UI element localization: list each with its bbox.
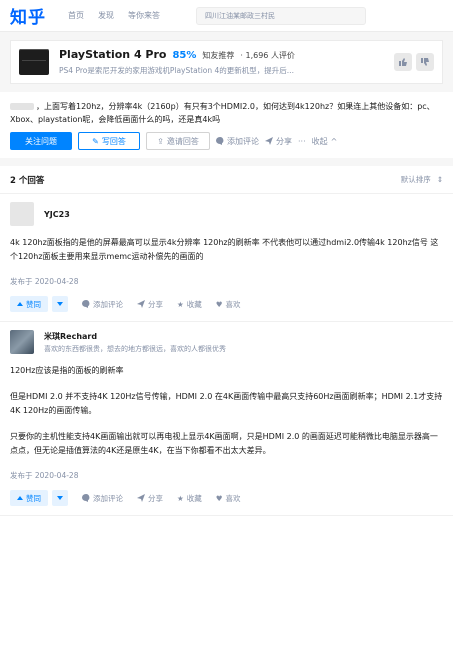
write-answer-button[interactable]: ✎ 写回答 <box>78 132 140 150</box>
comment-icon <box>82 494 90 502</box>
thumbs-up-icon <box>399 58 407 66</box>
upvote-button[interactable]: 赞同 <box>10 490 48 506</box>
product-recommend-label: 知友推荐 <box>202 51 235 60</box>
product-name[interactable]: PlayStation 4 Pro <box>59 48 166 61</box>
nav-links: 首页 发现 等你来答 <box>68 10 160 21</box>
nav-waiting[interactable]: 等你来答 <box>128 10 160 21</box>
star-icon: ★ <box>177 493 184 503</box>
share-icon <box>265 137 273 145</box>
sort-dropdown[interactable]: 默认排序 ⇕ <box>401 174 443 185</box>
product-description: PS4 Pro是索尼开发的家用游戏机PlayStation 4的更新机型，提升后… <box>59 66 294 75</box>
answer-date[interactable]: 发布于 2020-04-28 <box>10 470 443 481</box>
answer-action-bar: 赞同 添加评论 分享 ★ 收藏 ♥ 喜欢 <box>10 287 443 321</box>
heart-icon: ♥ <box>215 299 223 309</box>
ps4-product-image <box>19 49 49 75</box>
share-button[interactable]: 分享 <box>137 493 163 504</box>
favorite-button[interactable]: ★ 收藏 <box>177 299 202 310</box>
pencil-icon: ✎ <box>92 136 99 146</box>
search-input-value: 四川江油某邮政三村民 <box>205 11 275 20</box>
share-icon <box>137 494 145 502</box>
nav-home[interactable]: 首页 <box>68 10 84 21</box>
answer-item: 米琪Rechard 喜欢的东西都很贵，想去的地方都很远，喜欢的人都很优秀 120… <box>0 322 453 516</box>
question-text: ，上面写着120hz，分辨率4k（2160p）有只有3个HDMI2.0，如何达到… <box>10 102 435 124</box>
answer-date[interactable]: 发布于 2020-04-28 <box>10 276 443 287</box>
answer-item: YJC23 4k 120hz面板指的是他的屏幕最高可以显示4k分辨率 120hz… <box>0 194 453 322</box>
blurred-text <box>10 103 34 110</box>
follow-question-button[interactable]: 关注问题 <box>10 132 72 150</box>
thumbs-up-button[interactable] <box>394 53 412 71</box>
chevron-up-icon: ^ <box>330 136 338 146</box>
author-name[interactable]: YJC23 <box>44 210 70 219</box>
thumbs-down-button[interactable] <box>416 53 434 71</box>
downvote-button[interactable] <box>52 490 68 506</box>
avatar[interactable] <box>10 202 34 226</box>
comment-icon <box>216 137 224 145</box>
top-nav: 知乎 首页 发现 等你来答 四川江油某邮政三村民 <box>0 0 453 32</box>
vote-buttons: 赞同 <box>10 490 68 506</box>
answer-paragraph: 只要你的主机性能支持4K画面输出就可以再电视上显示4K画面啊，只是HDMI 2.… <box>10 432 438 455</box>
answer-paragraph: 4k 120hz面板指的是他的屏幕最高可以显示4k分辨率 120hz的刷新率 不… <box>10 238 439 261</box>
search-input[interactable]: 四川江油某邮政三村民 <box>196 6 366 25</box>
sort-arrows-icon: ⇕ <box>436 175 443 184</box>
answers-header: 2 个回答 默认排序 ⇕ <box>0 166 453 194</box>
share-link[interactable]: 分享 <box>265 136 292 147</box>
answers-section: 2 个回答 默认排序 ⇕ YJC23 4k 120hz面板指的是他的屏幕最高可以… <box>0 166 453 666</box>
answer-author: 米琪Rechard 喜欢的东西都很贵，想去的地方都很远，喜欢的人都很优秀 <box>10 330 443 354</box>
add-comment-link[interactable]: 添加评论 <box>216 136 259 147</box>
favorite-button[interactable]: ★ 收藏 <box>177 493 202 504</box>
thumbs-down-icon <box>421 58 429 66</box>
nav-explore[interactable]: 发现 <box>98 10 114 21</box>
avatar[interactable] <box>10 330 34 354</box>
author-name[interactable]: 米琪Rechard <box>44 331 226 342</box>
question-actions: 关注问题 ✎ 写回答 ⇪ 邀请回答 添加评论 分享 ··· 收起 ^ <box>10 132 443 150</box>
answer-paragraph: 120Hz应该是指的面板的刷新率 <box>10 366 124 375</box>
vote-buttons: 赞同 <box>10 296 68 312</box>
zhihu-logo[interactable]: 知乎 <box>10 3 62 28</box>
product-card[interactable]: PlayStation 4 Pro 85% 知友推荐 · 1,696 人评价 P… <box>10 40 443 84</box>
author-bio: 喜欢的东西都很贵，想去的地方都很远，喜欢的人都很优秀 <box>44 344 226 353</box>
question-section: ，上面写着120hz，分辨率4k（2160p）有只有3个HDMI2.0，如何达到… <box>0 92 453 158</box>
heart-icon: ♥ <box>215 493 223 503</box>
like-button[interactable]: ♥ 喜欢 <box>216 493 241 504</box>
answer-paragraph: 但是HDMI 2.0 并不支持4K 120Hz信号传输，HDMI 2.0 在4K… <box>10 392 443 415</box>
like-button[interactable]: ♥ 喜欢 <box>216 299 241 310</box>
add-comment-button[interactable]: 添加评论 <box>82 299 123 310</box>
triangle-up-icon <box>17 302 23 306</box>
collapse-button[interactable]: 收起 ^ <box>312 136 338 147</box>
answer-count: 2 个回答 <box>10 175 45 186</box>
product-recommend-percent: 85% <box>172 50 197 61</box>
invite-icon: ⇪ <box>157 136 164 146</box>
answer-action-bar: 赞同 添加评论 分享 ★ 收藏 ♥ 喜欢 <box>10 481 443 515</box>
triangle-up-icon <box>17 496 23 500</box>
product-info: PlayStation 4 Pro 85% 知友推荐 · 1,696 人评价 P… <box>59 48 390 76</box>
triangle-down-icon <box>57 496 63 500</box>
product-rating-count: · 1,696 人评价 <box>240 51 295 60</box>
add-comment-button[interactable]: 添加评论 <box>82 493 123 504</box>
answer-author: YJC23 <box>10 202 443 226</box>
comment-icon <box>82 300 90 308</box>
answer-content: 4k 120hz面板指的是他的屏幕最高可以显示4k分辨率 120hz的刷新率 不… <box>10 236 443 264</box>
more-button[interactable]: ··· <box>298 137 306 146</box>
star-icon: ★ <box>177 299 184 309</box>
share-button[interactable]: 分享 <box>137 299 163 310</box>
share-icon <box>137 300 145 308</box>
triangle-down-icon <box>57 302 63 306</box>
upvote-button[interactable]: 赞同 <box>10 296 48 312</box>
answer-content: 120Hz应该是指的面板的刷新率 但是HDMI 2.0 并不支持4K 120Hz… <box>10 364 443 458</box>
downvote-button[interactable] <box>52 296 68 312</box>
invite-answer-button[interactable]: ⇪ 邀请回答 <box>146 132 210 150</box>
